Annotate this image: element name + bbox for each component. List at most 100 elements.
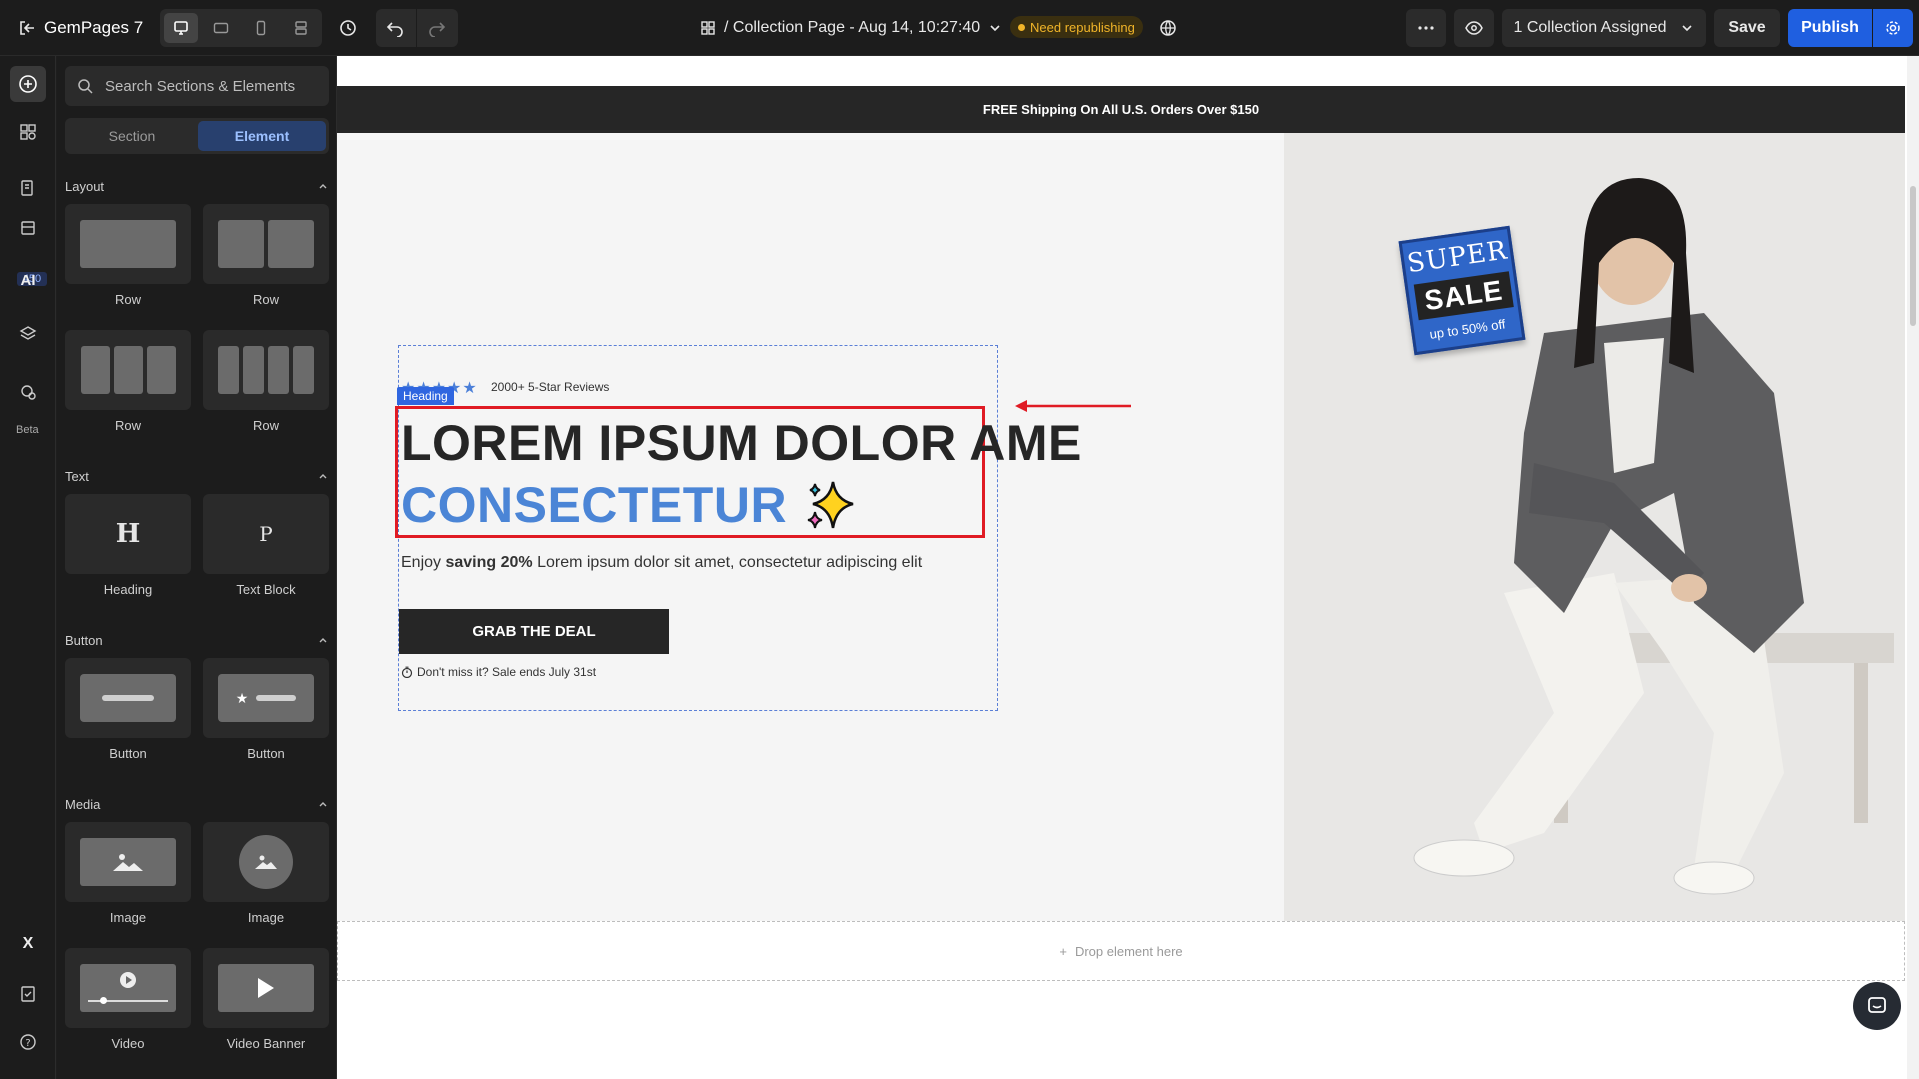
- redo-icon[interactable]: [428, 19, 446, 42]
- chevron-up-icon: [319, 802, 327, 807]
- reviews-count[interactable]: 2000+ 5-Star Reviews: [491, 380, 609, 394]
- button-section-header[interactable]: Button: [65, 630, 329, 650]
- image-circle-icon: [239, 835, 293, 889]
- heading-tile[interactable]: H: [65, 494, 191, 574]
- sections-icon[interactable]: [10, 114, 46, 150]
- publish-button[interactable]: Publish: [1788, 9, 1872, 47]
- icon-button-tile[interactable]: ★: [203, 658, 329, 738]
- sale-tag-line3: up to 50% off: [1428, 316, 1507, 342]
- ai-icon[interactable]: AI: [10, 262, 46, 298]
- collection-assign-dropdown[interactable]: 1 Collection Assigned: [1502, 9, 1706, 47]
- hero-heading-line2[interactable]: CONSECTETUR: [401, 476, 857, 534]
- text-section-header[interactable]: Text: [65, 466, 329, 486]
- video-tile[interactable]: [65, 948, 191, 1028]
- search-input[interactable]: Search Sections & Elements: [65, 66, 329, 106]
- top-toolbar: GemPages 7 / Collection Page - Aug 14, 1…: [0, 0, 1919, 56]
- help-icon[interactable]: ?: [10, 1024, 46, 1060]
- text-block-tile[interactable]: P: [203, 494, 329, 574]
- hero-heading-line1[interactable]: LOREM IPSUM DOLOR AME: [401, 414, 1082, 472]
- layout-section-header[interactable]: Layout: [65, 176, 329, 196]
- scrollbar-thumb[interactable]: [1910, 186, 1916, 326]
- grab-deal-button[interactable]: GRAB THE DEAL: [399, 609, 669, 654]
- app-logo[interactable]: GemPages 7: [18, 14, 143, 42]
- status-badge: Need republishing: [1010, 16, 1143, 38]
- text-block-tile-label: Text Block: [236, 582, 296, 597]
- row-3col-icon: [80, 346, 176, 394]
- image-icon: [80, 838, 176, 886]
- desktop-icon[interactable]: [164, 13, 198, 43]
- row-3col-label: Row: [114, 418, 141, 433]
- media-section-title: Media: [65, 796, 101, 812]
- add-element-icon[interactable]: [10, 66, 46, 102]
- app-name: GemPages 7: [44, 18, 144, 37]
- publish-settings-button[interactable]: [1873, 9, 1913, 47]
- collection-assign-label: 1 Collection Assigned: [1513, 19, 1667, 36]
- chat-icon: [1868, 997, 1886, 1013]
- icon-button-icon: ★: [218, 674, 314, 722]
- row-2col-label: Row: [252, 292, 279, 307]
- row-3col-tile[interactable]: [65, 330, 191, 410]
- sale-countdown-note[interactable]: Don't miss it? Sale ends July 31st: [401, 665, 596, 679]
- row-1col-tile[interactable]: [65, 204, 191, 284]
- checklist-icon[interactable]: [10, 976, 46, 1012]
- hero-subtext[interactable]: Enjoy saving 20% Lorem ipsum dolor sit a…: [401, 554, 922, 572]
- announcement-bar[interactable]: FREE Shipping On All U.S. Orders Over $1…: [337, 86, 1905, 133]
- chevron-up-icon: [319, 474, 327, 479]
- hero-content-block[interactable]: ★★★★★ 2000+ 5-Star Reviews Heading LOREM…: [395, 345, 1081, 711]
- page-title: / Collection Page - Aug 14, 10:27:40: [724, 19, 981, 36]
- row-1col-icon: [80, 220, 176, 268]
- layout-section-title: Layout: [65, 178, 105, 194]
- editor-canvas[interactable]: FREE Shipping On All U.S. Orders Over $1…: [337, 56, 1919, 1079]
- globe-icon[interactable]: [1154, 14, 1182, 42]
- star-icon: ★: [235, 689, 249, 706]
- tab-section[interactable]: Section: [68, 121, 196, 151]
- video-banner-tile[interactable]: [203, 948, 329, 1028]
- history-icon[interactable]: [334, 14, 362, 42]
- drop-zone[interactable]: + Drop element here: [337, 921, 1905, 981]
- tab-element[interactable]: Element: [198, 121, 326, 151]
- eye-icon: [1465, 21, 1483, 35]
- pages-icon[interactable]: [10, 170, 46, 206]
- image-circle-tile[interactable]: [203, 822, 329, 902]
- layout-icon[interactable]: [284, 13, 318, 43]
- apps-icon[interactable]: [10, 374, 46, 410]
- undo-icon[interactable]: [386, 19, 404, 42]
- sale-tag: SUPER SALE up to 50% off: [1398, 225, 1526, 356]
- row-2col-tile[interactable]: [203, 204, 329, 284]
- chevron-down-icon: [990, 25, 1000, 32]
- mobile-icon[interactable]: [244, 13, 278, 43]
- save-button[interactable]: Save: [1714, 9, 1780, 47]
- button-tile[interactable]: [65, 658, 191, 738]
- media-section-header[interactable]: Media: [65, 794, 329, 814]
- exit-icon[interactable]: [18, 19, 36, 37]
- image-tile[interactable]: [65, 822, 191, 902]
- hero-image[interactable]: SUPER SALE up to 50% off: [1284, 133, 1905, 921]
- selected-element-tag[interactable]: Heading: [397, 387, 454, 405]
- more-icon: [1418, 26, 1434, 30]
- gear-icon: [1886, 21, 1900, 35]
- chat-support-button[interactable]: [1853, 982, 1901, 1030]
- layers-icon[interactable]: [10, 316, 46, 352]
- button-section-title: Button: [65, 632, 103, 648]
- x-logo-icon[interactable]: X: [10, 926, 46, 962]
- drop-zone-label: Drop element here: [1074, 943, 1183, 959]
- status-badge-label: Need republishing: [1030, 19, 1135, 35]
- star-icon: ★: [462, 380, 477, 397]
- sparkles-icon: [807, 481, 854, 529]
- page-selector[interactable]: / Collection Page - Aug 14, 10:27:40: [700, 14, 1002, 42]
- icon-button-tile-label: Button: [247, 746, 285, 761]
- row-1col-label: Row: [114, 292, 141, 307]
- hero-subtext-bold: saving 20%: [445, 554, 533, 571]
- chevron-up-icon: [319, 638, 327, 643]
- library-icon[interactable]: [10, 210, 46, 246]
- preview-button[interactable]: [1454, 9, 1494, 47]
- canvas-scrollbar[interactable]: [1907, 56, 1919, 1079]
- row-4col-tile[interactable]: [203, 330, 329, 410]
- svg-text:?: ?: [25, 1038, 30, 1049]
- hero-section[interactable]: SUPER SALE up to 50% off ★★★★★ 2000+ 5-S…: [337, 133, 1905, 921]
- image-circle-tile-label: Image: [247, 910, 285, 925]
- plus-icon: +: [1059, 943, 1067, 959]
- tablet-landscape-icon[interactable]: [204, 13, 238, 43]
- pages-icon: [701, 21, 715, 35]
- more-options-button[interactable]: [1406, 9, 1446, 47]
